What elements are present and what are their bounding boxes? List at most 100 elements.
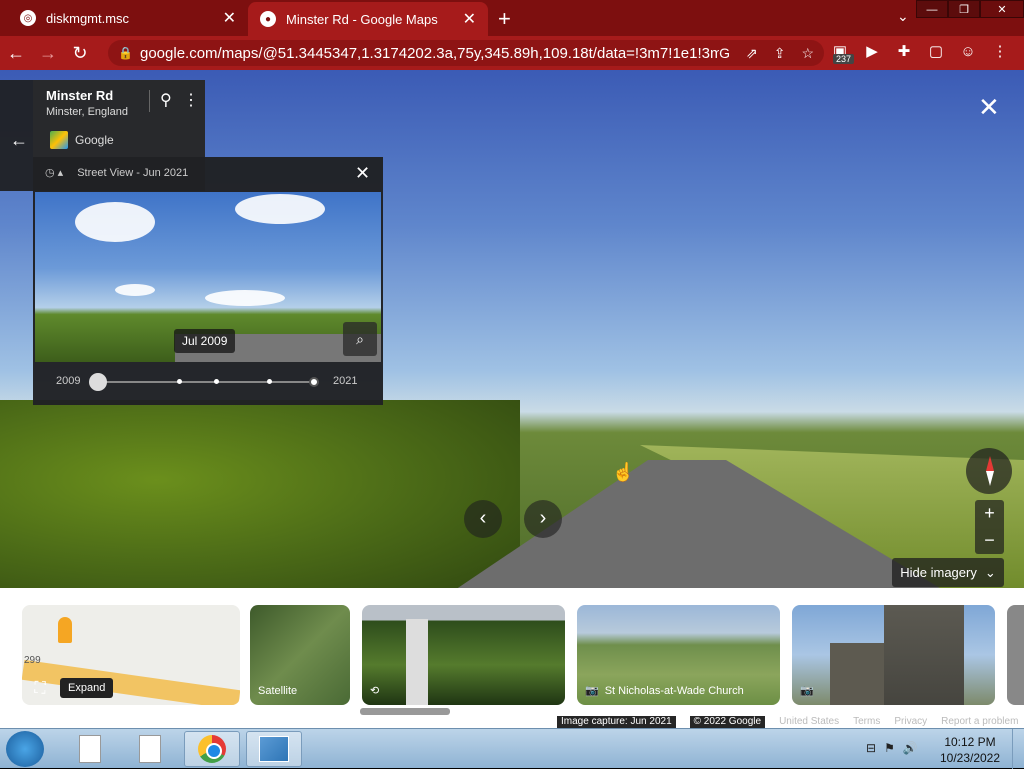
divider bbox=[149, 90, 150, 112]
windows-taskbar: ⊟ ⚑ 🔊 10:12 PM 10/23/2022 bbox=[0, 728, 1024, 769]
control-panel-icon bbox=[259, 736, 289, 762]
google-lens-icon[interactable]: G bbox=[719, 45, 730, 62]
taskbar-file-2[interactable] bbox=[122, 731, 178, 767]
back-arrow-icon[interactable]: ← bbox=[10, 130, 28, 151]
extension-record-icon[interactable]: ▶ bbox=[862, 42, 882, 60]
volume-icon[interactable]: 🔊 bbox=[903, 741, 918, 755]
clock-date: 10/23/2022 bbox=[939, 751, 1001, 765]
photo-card-church-view[interactable]: 📷 St Nicholas-at-Wade Church bbox=[577, 605, 780, 705]
document-icon bbox=[79, 735, 101, 763]
strip-scrollbar[interactable] bbox=[360, 708, 450, 715]
restore-button[interactable]: ❐ bbox=[948, 0, 980, 18]
image-capture-date: Image capture: Jun 2021 bbox=[557, 716, 676, 728]
chevron-down-icon: ⌄ bbox=[984, 564, 996, 580]
street-view-history-panel: ◷ ▴ Street View - Jun 2021 ✕ Jul 2009 ⌕ … bbox=[33, 157, 383, 405]
open-in-app-icon[interactable]: ⇗ bbox=[746, 45, 758, 62]
chrome-icon bbox=[198, 735, 226, 763]
profile-avatar[interactable]: ☺ bbox=[958, 43, 978, 60]
move-forward-arrow-icon[interactable]: › bbox=[524, 500, 562, 538]
photo-card-partial[interactable] bbox=[1007, 605, 1024, 705]
timeline-dot[interactable] bbox=[267, 379, 272, 384]
tab-search-chevron-icon[interactable]: ⌄ bbox=[897, 8, 909, 25]
satellite-label: Satellite bbox=[258, 685, 298, 697]
camera-icon: 📷 bbox=[800, 685, 814, 697]
minimap-card[interactable]: 299 ⛶ Expand bbox=[22, 605, 240, 705]
footer-link-region[interactable]: United States bbox=[779, 716, 839, 728]
compass-icon[interactable] bbox=[966, 448, 1012, 494]
timeline-dot-current[interactable] bbox=[309, 377, 319, 387]
tab-google-maps[interactable]: ● Minster Rd - Google Maps ✕ bbox=[248, 2, 488, 36]
photo-card-360[interactable]: ⟲ bbox=[362, 605, 565, 705]
share-icon[interactable]: ⇪ bbox=[774, 45, 786, 62]
network-icon[interactable]: ⊟ bbox=[866, 741, 876, 755]
cloud bbox=[75, 202, 155, 242]
timeline-dot[interactable] bbox=[177, 379, 182, 384]
map-road-label: 299 bbox=[24, 655, 41, 666]
extension-badge: 237 bbox=[833, 54, 855, 64]
imagery-strip: 299 ⛶ Expand Satellite ⟲ 📷 St Nicholas-a… bbox=[0, 588, 1024, 728]
selected-date-chip: Jul 2009 bbox=[174, 329, 236, 353]
railing-post bbox=[406, 619, 428, 705]
start-button[interactable] bbox=[6, 731, 44, 767]
minimize-button[interactable]: — bbox=[916, 0, 948, 18]
taskbar-file-1[interactable] bbox=[62, 731, 118, 767]
zoom-in-button[interactable]: + bbox=[975, 500, 1004, 527]
timeline-dot[interactable] bbox=[214, 379, 219, 384]
satellite-card[interactable]: Satellite bbox=[250, 605, 350, 705]
tab-title: diskmgmt.msc bbox=[46, 10, 130, 26]
back-button[interactable]: ← bbox=[0, 43, 32, 64]
system-clock[interactable]: 10:12 PM 10/23/2022 bbox=[935, 734, 1005, 766]
new-tab-button[interactable]: + bbox=[498, 6, 511, 32]
tab-diskmgmt[interactable]: ◎ diskmgmt.msc ✕ bbox=[8, 0, 248, 36]
bookmark-star-icon[interactable]: ☆ bbox=[801, 45, 814, 62]
reload-button[interactable]: ↻ bbox=[64, 43, 96, 64]
close-tab-icon[interactable]: ✕ bbox=[463, 9, 476, 29]
hide-imagery-label: Hide imagery bbox=[900, 565, 977, 580]
extensions-area: ▣ ▶ ✚ ▢ ☺ ⋮ bbox=[830, 42, 1010, 61]
timeline-track[interactable] bbox=[97, 381, 317, 383]
show-desktop-button[interactable] bbox=[1012, 729, 1024, 769]
extensions-puzzle-icon[interactable]: ✚ bbox=[894, 42, 914, 60]
photo-card-title: St Nicholas-at-Wade Church bbox=[604, 684, 744, 697]
document-icon bbox=[139, 735, 161, 763]
move-back-arrow-icon[interactable]: ‹ bbox=[464, 500, 502, 538]
pegman-icon[interactable] bbox=[58, 617, 72, 643]
zoom-preview-icon[interactable]: ⌕ bbox=[343, 322, 377, 356]
menu-dots-icon[interactable]: ⋮ bbox=[990, 42, 1010, 60]
location-pin-icon[interactable]: ⚲ bbox=[160, 90, 172, 110]
lock-icon[interactable]: 🔒 bbox=[118, 46, 133, 60]
forward-button[interactable]: → bbox=[32, 43, 64, 64]
url-text[interactable]: google.com/maps/@51.3445347,1.3174202.3a… bbox=[140, 45, 719, 62]
timeline-slider-handle[interactable] bbox=[89, 373, 107, 391]
copyright: © 2022 Google bbox=[689, 716, 766, 728]
address-bar[interactable]: 🔒 google.com/maps/@51.3445347,1.3174202.… bbox=[108, 40, 824, 66]
taskbar-control-panel[interactable] bbox=[246, 731, 302, 767]
history-header[interactable]: ◷ ▴ Street View - Jun 2021 bbox=[45, 166, 188, 180]
zoom-out-button[interactable]: − bbox=[975, 527, 1004, 554]
expand-tooltip: Expand bbox=[60, 678, 114, 698]
compass-north-needle bbox=[986, 456, 994, 471]
zoom-controls: + − bbox=[975, 500, 1004, 554]
close-history-icon[interactable]: ✕ bbox=[355, 163, 370, 184]
cloud bbox=[205, 290, 285, 306]
cloud bbox=[235, 194, 325, 224]
side-panel-icon[interactable]: ▢ bbox=[926, 42, 946, 60]
hedge-scenery bbox=[0, 400, 520, 588]
footer-link-report[interactable]: Report a problem bbox=[941, 716, 1018, 728]
close-street-view-icon[interactable]: ✕ bbox=[978, 92, 1000, 123]
close-window-button[interactable]: ✕ bbox=[980, 0, 1024, 18]
footer-link-privacy[interactable]: Privacy bbox=[894, 716, 927, 728]
photo-card-church[interactable]: 📷 bbox=[792, 605, 995, 705]
expand-icon[interactable]: ⛶ bbox=[30, 680, 50, 700]
tab-bar: ◎ diskmgmt.msc ✕ ● Minster Rd - Google M… bbox=[0, 0, 1024, 36]
close-tab-icon[interactable]: ✕ bbox=[223, 8, 236, 28]
360-photo-icon: ⟲ bbox=[370, 685, 380, 697]
more-options-icon[interactable]: ⋮ bbox=[183, 90, 199, 110]
footer-link-terms[interactable]: Terms bbox=[853, 716, 880, 728]
locality-name: Minster, England bbox=[46, 106, 128, 118]
hide-imagery-button[interactable]: Hide imagery ⌄ bbox=[892, 558, 1004, 587]
action-center-icon[interactable]: ⚑ bbox=[884, 741, 895, 755]
taskbar-chrome[interactable] bbox=[184, 731, 240, 767]
cloud bbox=[115, 284, 155, 296]
window-controls: — ❐ ✕ bbox=[916, 0, 1024, 18]
